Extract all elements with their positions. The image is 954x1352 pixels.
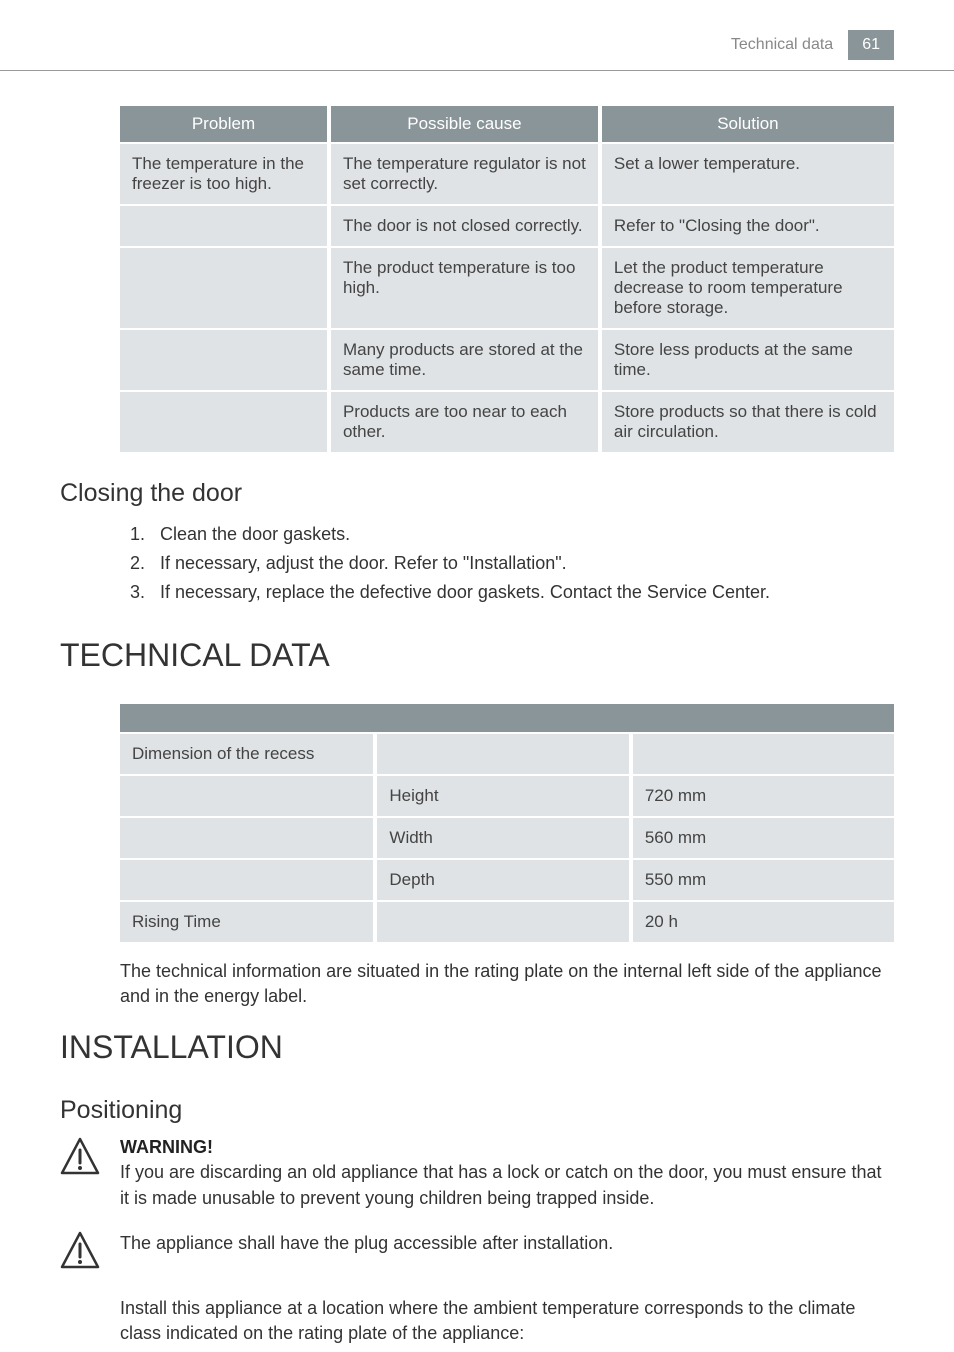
cell-cause: Products are too near to each other. — [329, 391, 600, 453]
cell-problem — [120, 391, 329, 453]
technical-data-table: Dimension of the recess Height 720 mm Wi… — [120, 704, 894, 944]
page-number: 61 — [848, 30, 894, 60]
notice-text: The appliance shall have the plug access… — [120, 1231, 894, 1256]
cell — [120, 775, 375, 817]
th-blank — [120, 704, 375, 733]
troubleshooting-table: Problem Possible cause Solution The temp… — [120, 106, 894, 454]
closing-door-steps: Clean the door gaskets. If necessary, ad… — [60, 520, 894, 607]
header-section-title: Technical data — [731, 36, 833, 54]
installation-heading: INSTALLATION — [60, 1029, 894, 1066]
cell — [375, 901, 630, 943]
cell: 550 mm — [631, 859, 894, 901]
cell: Dimension of the recess — [120, 733, 375, 775]
table-row: Height 720 mm — [120, 775, 894, 817]
cell — [375, 733, 630, 775]
table-row: Width 560 mm — [120, 817, 894, 859]
list-item: If necessary, adjust the door. Refer to … — [150, 549, 894, 578]
table-row: Rising Time 20 h — [120, 901, 894, 943]
cell-problem: The temperature in the freezer is too hi… — [120, 143, 329, 205]
cell — [120, 817, 375, 859]
cell: Height — [375, 775, 630, 817]
positioning-heading: Positioning — [60, 1096, 894, 1125]
technical-data-heading: TECHNICAL DATA — [60, 637, 894, 674]
table-row: Depth 550 mm — [120, 859, 894, 901]
cell-solution: Set a lower temperature. — [600, 143, 894, 205]
th-solution: Solution — [600, 106, 894, 143]
cell — [631, 733, 894, 775]
th-blank — [631, 704, 894, 733]
cell-cause: The door is not closed correctly. — [329, 205, 600, 247]
cell: Width — [375, 817, 630, 859]
warning-icon — [60, 1137, 100, 1177]
table-row: The door is not closed correctly. Refer … — [120, 205, 894, 247]
technical-data-note: The technical information are situated i… — [120, 959, 894, 1009]
cell-cause: The temperature regulator is not set cor… — [329, 143, 600, 205]
cell: 560 mm — [631, 817, 894, 859]
closing-door-heading: Closing the door — [60, 479, 894, 508]
cell-cause: Many products are stored at the same tim… — [329, 329, 600, 391]
cell: 720 mm — [631, 775, 894, 817]
table-row: Dimension of the recess — [120, 733, 894, 775]
cell-solution: Let the product temperature decrease to … — [600, 247, 894, 329]
warning-label: WARNING! — [120, 1137, 894, 1158]
cell-problem — [120, 247, 329, 329]
th-blank — [375, 704, 630, 733]
table-row: Products are too near to each other. Sto… — [120, 391, 894, 453]
table-row: The temperature in the freezer is too hi… — [120, 143, 894, 205]
th-problem: Problem — [120, 106, 329, 143]
cell — [120, 859, 375, 901]
warning-block: WARNING! If you are discarding an old ap… — [60, 1137, 894, 1210]
positioning-body: Install this appliance at a location whe… — [120, 1296, 894, 1346]
notice-block: The appliance shall have the plug access… — [60, 1231, 894, 1276]
warning-text: If you are discarding an old appliance t… — [120, 1160, 894, 1210]
cell-problem — [120, 205, 329, 247]
cell-problem — [120, 329, 329, 391]
cell: Rising Time — [120, 901, 375, 943]
list-item: Clean the door gaskets. — [150, 520, 894, 549]
table-row: Many products are stored at the same tim… — [120, 329, 894, 391]
cell: 20 h — [631, 901, 894, 943]
cell-cause: The product temperature is too high. — [329, 247, 600, 329]
table-row: The product temperature is too high. Let… — [120, 247, 894, 329]
page-header: Technical data 61 — [0, 0, 954, 71]
warning-icon — [60, 1231, 100, 1271]
th-cause: Possible cause — [329, 106, 600, 143]
cell-solution: Refer to "Closing the door". — [600, 205, 894, 247]
list-item: If necessary, replace the defective door… — [150, 578, 894, 607]
cell-solution: Store less products at the same time. — [600, 329, 894, 391]
cell: Depth — [375, 859, 630, 901]
cell-solution: Store products so that there is cold air… — [600, 391, 894, 453]
